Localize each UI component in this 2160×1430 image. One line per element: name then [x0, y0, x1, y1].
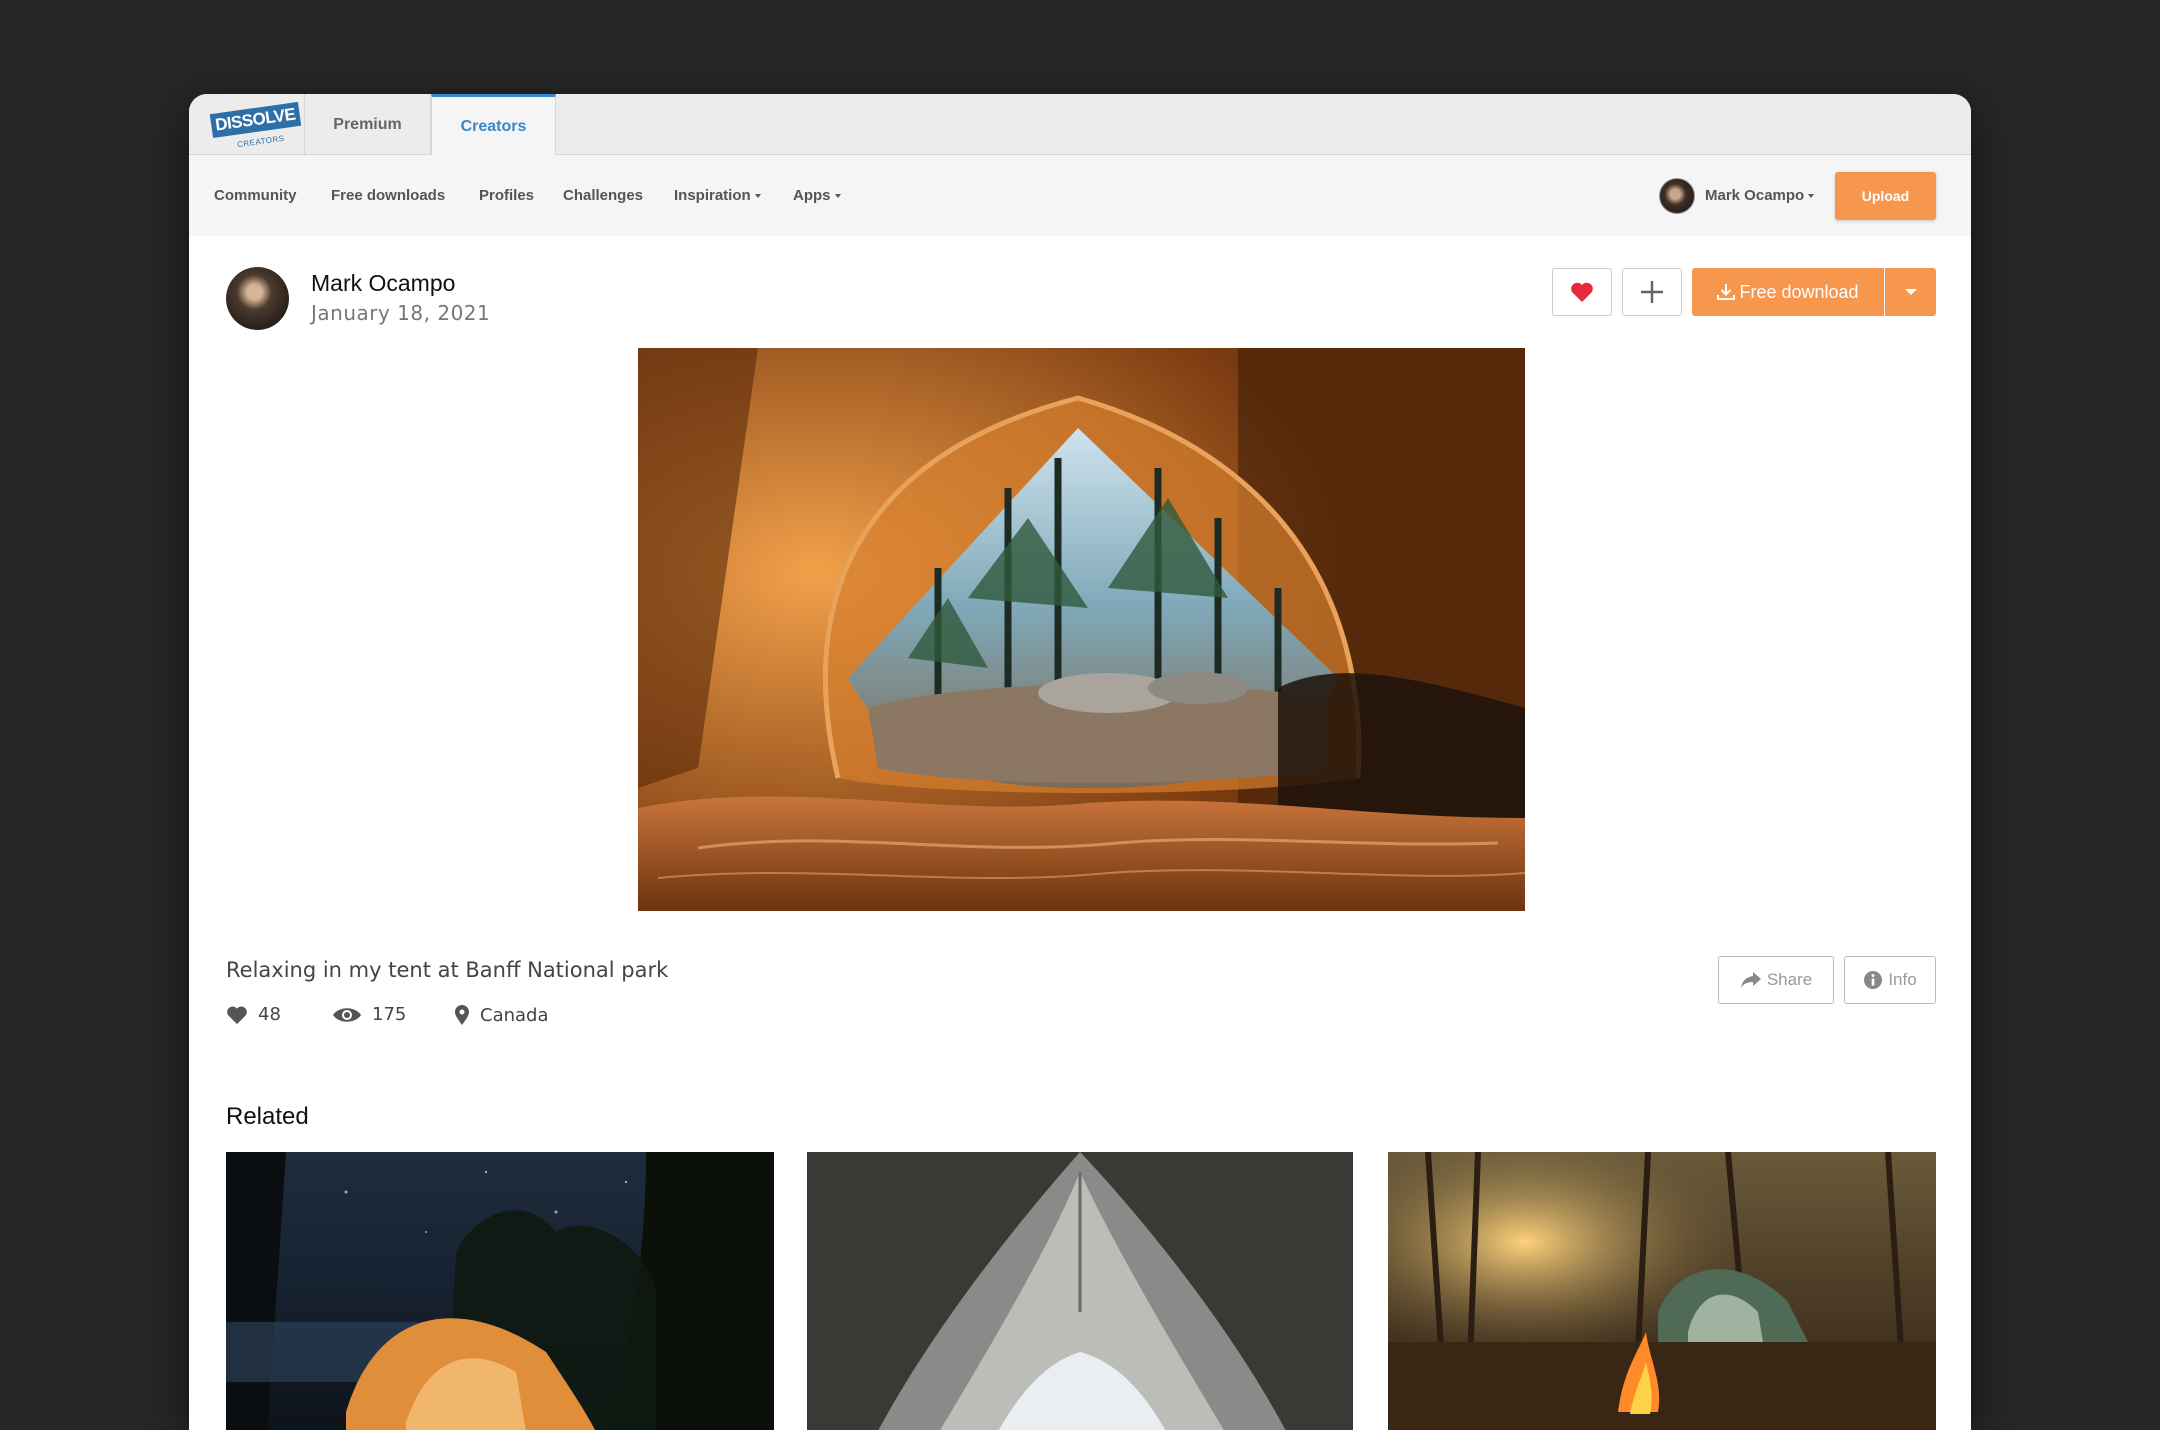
- share-button[interactable]: Share: [1718, 956, 1834, 1004]
- top-tab-bar: DISSOLVE CREATORS Premium Creators: [189, 94, 1971, 156]
- nav-free-downloads[interactable]: Free downloads: [331, 155, 445, 236]
- tab-premium[interactable]: Premium: [305, 94, 431, 155]
- related-heading: Related: [226, 1103, 309, 1130]
- tab-creators[interactable]: Creators: [431, 94, 556, 156]
- night-tent-illustration: [226, 1152, 774, 1430]
- nav-profiles[interactable]: Profiles: [479, 155, 534, 236]
- chevron-down-icon: [1904, 289, 1917, 295]
- likes-stat: 48: [226, 1004, 281, 1025]
- main-photo[interactable]: [638, 348, 1525, 911]
- user-menu[interactable]: Mark Ocampo: [1659, 155, 1815, 236]
- related-photo-2[interactable]: [807, 1152, 1353, 1430]
- main-nav: Community Free downloads Profiles Challe…: [189, 155, 1971, 236]
- heart-icon: [227, 1006, 247, 1024]
- nav-apps-label: Apps: [793, 187, 831, 204]
- avatar: [1659, 177, 1695, 214]
- like-button[interactable]: [1552, 268, 1612, 316]
- likes-count: 48: [258, 1004, 281, 1025]
- related-photo-3[interactable]: [1388, 1152, 1936, 1430]
- chevron-down-icon: [754, 193, 761, 198]
- plus-icon: [1641, 281, 1663, 303]
- forest-campfire-illustration: [1388, 1152, 1936, 1430]
- info-icon: [1864, 971, 1883, 989]
- info-button[interactable]: Info: [1844, 956, 1936, 1004]
- add-to-collection-button[interactable]: [1622, 268, 1682, 316]
- logo-text: DISSOLVE: [209, 101, 301, 138]
- map-pin-icon: [455, 1005, 469, 1025]
- views-stat: 175: [332, 1004, 406, 1025]
- location-label: Canada: [480, 1004, 549, 1026]
- views-count: 175: [372, 1004, 407, 1025]
- logo-tab[interactable]: DISSOLVE CREATORS: [189, 94, 305, 155]
- author-name[interactable]: Mark Ocampo: [311, 270, 455, 297]
- free-download-label: Free download: [1739, 281, 1859, 302]
- nav-apps[interactable]: Apps: [793, 155, 841, 236]
- eye-icon: [333, 1007, 361, 1022]
- tent-photo-illustration: [638, 348, 1525, 911]
- nav-challenges[interactable]: Challenges: [563, 155, 643, 236]
- browser-window: DISSOLVE CREATORS Premium Creators Commu…: [189, 94, 1971, 1430]
- share-icon: [1740, 972, 1761, 988]
- dissolve-logo[interactable]: DISSOLVE CREATORS: [209, 101, 301, 149]
- related-photo-1[interactable]: [226, 1152, 774, 1430]
- location-stat[interactable]: Canada: [454, 1004, 549, 1026]
- download-icon: [1717, 284, 1736, 300]
- nav-inspiration-label: Inspiration: [674, 187, 751, 204]
- nav-community[interactable]: Community: [214, 155, 297, 236]
- share-label: Share: [1766, 970, 1813, 989]
- free-download-button[interactable]: Free download: [1692, 268, 1884, 316]
- author-avatar[interactable]: [226, 267, 289, 330]
- photo-caption: Relaxing in my tent at Banff National pa…: [226, 958, 669, 982]
- chevron-down-icon: [1808, 193, 1815, 198]
- nav-inspiration[interactable]: Inspiration: [674, 155, 761, 236]
- info-label: Info: [1888, 970, 1917, 989]
- heart-icon: [1571, 282, 1593, 302]
- tent-door-illustration: [807, 1152, 1353, 1430]
- chevron-down-icon: [834, 193, 841, 198]
- download-options-button[interactable]: [1885, 268, 1936, 316]
- photo-date: January 18, 2021: [311, 301, 491, 325]
- user-name: Mark Ocampo: [1705, 187, 1805, 204]
- logo-subtext: CREATORS: [236, 133, 285, 149]
- upload-button[interactable]: Upload: [1835, 172, 1936, 220]
